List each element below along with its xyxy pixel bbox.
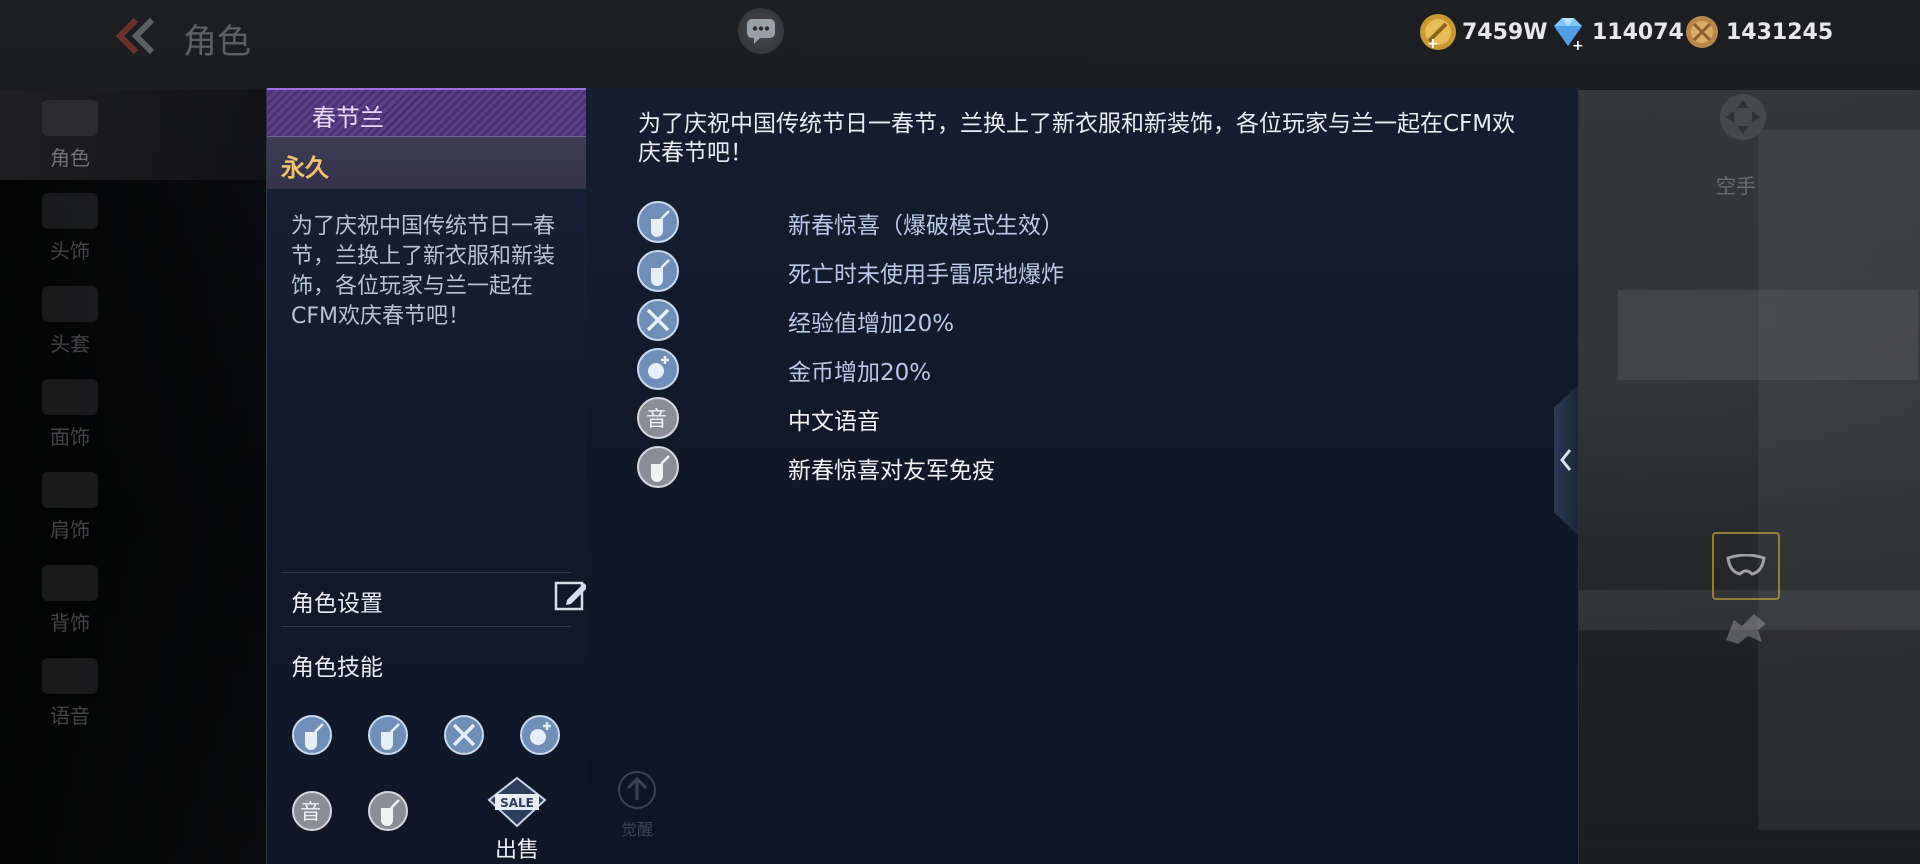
back-button[interactable] bbox=[112, 14, 162, 58]
attribute-text: 经验值增加20% bbox=[788, 311, 955, 337]
nav-item-face[interactable]: 面饰 bbox=[0, 369, 270, 459]
nav-label: 肩饰 bbox=[50, 517, 90, 542]
voice-icon: 音 bbox=[637, 397, 679, 439]
shoulder-icon bbox=[42, 471, 98, 508]
exp-boost-icon[interactable] bbox=[443, 714, 485, 756]
nav-label: 面饰 bbox=[50, 424, 90, 449]
nav-item-headgear[interactable]: 头套 bbox=[0, 276, 270, 366]
chat-button[interactable] bbox=[738, 8, 784, 54]
empty-hand-label: 空手 bbox=[1716, 174, 1756, 198]
svg-text:+: + bbox=[1572, 38, 1584, 52]
nav-item-headwear[interactable]: 头饰 bbox=[0, 183, 270, 273]
grenade-icon bbox=[637, 201, 679, 243]
mask-icon bbox=[1726, 554, 1766, 576]
attribute-text: 新春惊喜对友军免疫 bbox=[788, 458, 995, 484]
character-card: 春节兰 永久 为了庆祝中国传统节日一春节，兰换上了新衣服和新装饰，各位玩家与兰一… bbox=[266, 88, 589, 864]
nav-item-voice[interactable]: 语音 bbox=[0, 648, 270, 738]
attribute-text: 死亡时未使用手雷原地爆炸 bbox=[788, 262, 1064, 288]
detail-panel: 为了庆祝中国传统节日一春节，兰换上了新衣服和新装饰，各位玩家与兰一起在CFM欢庆… bbox=[586, 88, 1579, 864]
awaken-button[interactable]: 觉醒 bbox=[612, 768, 662, 839]
sell-button[interactable]: SALE 出售 bbox=[467, 776, 567, 864]
svg-text:音: 音 bbox=[300, 800, 321, 824]
diamond-currency[interactable]: + 114074 bbox=[1548, 12, 1684, 52]
voice-nav-icon bbox=[42, 657, 98, 694]
gold-amount: 7459W bbox=[1462, 19, 1548, 45]
character-icon bbox=[42, 99, 98, 136]
gold-currency[interactable]: + 7459W bbox=[1418, 12, 1548, 52]
attribute-row: 新春惊喜对友军免疫 bbox=[636, 443, 1436, 491]
headgear-icon bbox=[42, 285, 98, 322]
move-icon[interactable] bbox=[1718, 92, 1768, 142]
nav-label: 语音 bbox=[50, 703, 90, 728]
nav-label: 角色 bbox=[50, 145, 90, 170]
diamond-icon: + bbox=[1554, 18, 1584, 52]
character-settings-label: 角色设置 bbox=[291, 591, 383, 617]
sale-tag-icon: SALE bbox=[487, 776, 547, 828]
character-settings-row[interactable]: 角色设置 bbox=[291, 572, 588, 628]
background-scene bbox=[1578, 90, 1920, 864]
coin-amount: 1431245 bbox=[1726, 19, 1834, 45]
grenade-icon bbox=[637, 250, 679, 292]
nav-label: 头套 bbox=[50, 331, 90, 356]
exp-boost-icon bbox=[637, 299, 679, 341]
voice-icon[interactable]: 音 bbox=[291, 790, 333, 832]
diamond-amount: 114074 bbox=[1592, 19, 1684, 45]
character-skills-title: 角色技能 bbox=[291, 655, 383, 681]
collapse-panel-button[interactable] bbox=[1554, 385, 1578, 535]
detail-description: 为了庆祝中国传统节日一春节，兰换上了新衣服和新装饰，各位玩家与兰一起在CFM欢庆… bbox=[638, 111, 1516, 166]
attribute-text: 中文语音 bbox=[788, 409, 880, 435]
coin-icon bbox=[1686, 16, 1718, 48]
chevron-left-icon bbox=[1560, 449, 1572, 471]
chevron-left-icon bbox=[115, 17, 155, 55]
coin-boost-icon bbox=[637, 348, 679, 390]
character-name: 春节兰 bbox=[312, 104, 384, 132]
headwear-icon bbox=[42, 192, 98, 229]
sell-label: 出售 bbox=[494, 838, 539, 863]
face-accessory-icon bbox=[42, 378, 98, 415]
svg-text:+: + bbox=[1427, 36, 1439, 52]
divider bbox=[281, 626, 571, 627]
back-accessory-icon bbox=[42, 564, 98, 601]
page-title: 角色 bbox=[183, 22, 251, 62]
character-name-bar: 春节兰 bbox=[267, 88, 587, 138]
attribute-row: 音 中文语音 bbox=[636, 394, 1436, 442]
grenade-gray-icon[interactable] bbox=[367, 790, 409, 832]
grenade-icon[interactable] bbox=[367, 714, 409, 756]
gold-icon: + bbox=[1420, 14, 1456, 52]
grenade-icon[interactable] bbox=[291, 714, 333, 756]
nav-item-back[interactable]: 背饰 bbox=[0, 555, 270, 645]
chat-bubble-icon bbox=[747, 19, 775, 44]
category-sidebar: 角色 头饰 头套 面饰 肩饰 背饰 语音 bbox=[0, 90, 270, 864]
attribute-text: 新春惊喜（爆破模式生效） bbox=[788, 213, 1064, 239]
attribute-text: 金币增加20% bbox=[788, 360, 932, 386]
coin-boost-icon[interactable] bbox=[519, 714, 561, 756]
mask-toggle-button[interactable] bbox=[1712, 532, 1780, 600]
nav-label: 头饰 bbox=[50, 238, 90, 263]
awaken-label: 觉醒 bbox=[620, 820, 653, 839]
nav-item-shoulder[interactable]: 肩饰 bbox=[0, 462, 270, 552]
sale-badge: SALE bbox=[500, 796, 534, 810]
duration-label: 永久 bbox=[281, 154, 329, 182]
grenade-gray-icon bbox=[637, 446, 679, 488]
attribute-row: 经验值增加20% bbox=[636, 296, 1436, 344]
character-description: 为了庆祝中国传统节日一春节，兰换上了新衣服和新装饰，各位玩家与兰一起在CFM欢庆… bbox=[291, 214, 556, 329]
nav-label: 背饰 bbox=[50, 610, 90, 635]
attribute-row: 金币增加20% bbox=[636, 345, 1436, 393]
arrow-up-icon bbox=[618, 771, 656, 809]
game-screen: 角色 + 7459W + 114074 1431245 角色 头饰 头套 面饰 … bbox=[0, 0, 1920, 864]
attribute-row: 死亡时未使用手雷原地爆炸 bbox=[636, 247, 1436, 295]
attribute-row: 新春惊喜（爆破模式生效） bbox=[636, 198, 1436, 246]
coin-currency[interactable]: 1431245 bbox=[1682, 12, 1833, 52]
wolf-icon[interactable] bbox=[1724, 610, 1768, 646]
svg-text:音: 音 bbox=[646, 407, 667, 431]
duration-bar: 永久 bbox=[267, 136, 587, 189]
nav-item-character[interactable]: 角色 bbox=[0, 90, 270, 180]
